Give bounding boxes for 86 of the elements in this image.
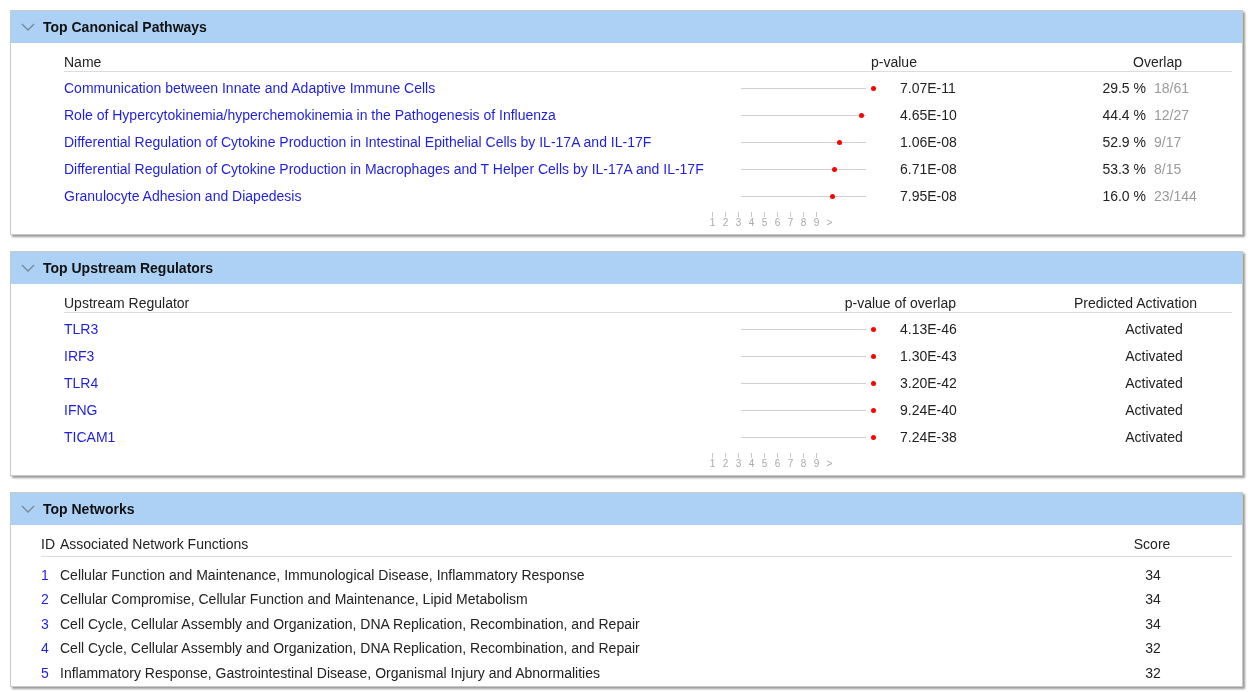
network-id-link[interactable]: 3 <box>41 613 60 635</box>
network-score: 34 <box>1145 565 1161 585</box>
p-value: 4.65E-10 <box>899 106 958 125</box>
column-header: p-value <box>870 53 918 71</box>
scale-label: 6 <box>774 458 781 469</box>
panel-title: Top Canonical Pathways <box>43 17 207 37</box>
overlap-percent: 16.0 % <box>1101 187 1146 206</box>
pathway-link[interactable]: Granulocyte Adhesion and Diapedesis <box>64 186 741 207</box>
activation-status: Activated <box>1125 347 1183 366</box>
p-value: 3.20E-42 <box>899 374 958 393</box>
chevron-down-icon[interactable] <box>21 263 35 273</box>
scale-label: 2 <box>722 217 729 228</box>
activation-status: Activated <box>1125 401 1183 420</box>
overlap-ratio: 18/61 <box>1153 79 1190 98</box>
scale-label: 4 <box>748 217 755 228</box>
chevron-down-icon[interactable] <box>21 22 35 32</box>
p-value: 1.30E-43 <box>899 347 958 366</box>
network-id-link[interactable]: 1 <box>41 564 60 586</box>
overlap-percent: 44.4 % <box>1101 106 1146 125</box>
network-functions: Inflammatory Response, Gastrointestinal Disease, Organismal Injury and Abnormalities <box>60 663 602 683</box>
activation-status: Activated <box>1125 320 1183 339</box>
p-value: 7.07E-11 <box>899 79 957 98</box>
scale-label: 5 <box>761 458 768 469</box>
p-value: 9.24E-40 <box>899 401 958 420</box>
pathway-link[interactable]: Differential Regulation of Cytokine Production in Intestinal Epithelial Cells by IL-17A and IL-17F <box>64 132 741 153</box>
overlap-ratio: 8/15 <box>1153 160 1182 179</box>
network-id-link[interactable]: 4 <box>41 638 60 660</box>
overlap-ratio: 12/27 <box>1153 106 1190 125</box>
scale-label: 3 <box>735 217 742 228</box>
p-value: 7.24E-38 <box>899 428 958 447</box>
overlap-ratio: 9/17 <box>1153 133 1182 152</box>
network-functions: Cellular Function and Maintenance, Immunological Disease, Inflammatory Response <box>60 565 586 585</box>
panel-header[interactable]: Top Canonical Pathways <box>11 11 1242 43</box>
column-header: Associated Network Functions <box>60 535 250 553</box>
scale-label: 6 <box>774 217 781 228</box>
network-score: 34 <box>1145 614 1161 634</box>
network-id-link[interactable]: 5 <box>41 662 60 684</box>
panel-header[interactable]: Top Networks <box>11 493 1242 525</box>
regulator-link[interactable]: IRF3 <box>64 346 741 367</box>
network-score: 32 <box>1145 639 1161 659</box>
overlap-ratio: 23/144 <box>1153 187 1197 206</box>
scale-label: 3 <box>735 458 742 469</box>
scale-label: 8 <box>800 217 807 228</box>
p-value: 6.71E-08 <box>899 160 958 179</box>
panel-title: Top Networks <box>43 499 135 519</box>
column-header: Predicted Activation <box>1073 294 1197 312</box>
chevron-down-icon[interactable] <box>21 504 35 514</box>
scale-label: 1 <box>709 217 716 228</box>
scale-label: 7 <box>787 458 794 469</box>
column-header: ID <box>41 535 56 553</box>
network-functions: Cell Cycle, Cellular Assembly and Organization, DNA Replication, Recombination, and Repair <box>60 614 641 634</box>
column-header: Name <box>64 53 103 71</box>
pathway-link[interactable]: Communication between Innate and Adaptive Immune Cells <box>64 78 741 99</box>
overlap-percent: 52.9 % <box>1101 133 1146 152</box>
network-functions: Cellular Compromise, Cellular Function and Maintenance, Lipid Metabolism <box>60 590 529 610</box>
activation-status: Activated <box>1125 374 1183 393</box>
panel-title: Top Upstream Regulators <box>43 258 214 278</box>
column-header: p-value of overlap <box>843 294 957 312</box>
scale-label: 4 <box>748 458 755 469</box>
network-score: 32 <box>1145 663 1161 683</box>
column-header: Overlap <box>1132 53 1183 71</box>
scale-label: 1 <box>709 458 716 469</box>
pathway-link[interactable]: Differential Regulation of Cytokine Production in Macrophages and T Helper Cells by IL-17A and IL-17F <box>64 159 741 180</box>
regulator-link[interactable]: TICAM1 <box>64 427 741 448</box>
overlap-percent: 29.5 % <box>1101 79 1146 98</box>
p-value: 7.95E-08 <box>899 187 958 206</box>
activation-status: Activated <box>1125 428 1183 447</box>
scale-label: 7 <box>787 217 794 228</box>
scale-label: 5 <box>761 217 768 228</box>
network-id-link[interactable]: 2 <box>41 589 60 611</box>
p-value: 4.13E-46 <box>899 320 958 339</box>
scale-label: 9 <box>813 458 820 469</box>
regulator-link[interactable]: TLR3 <box>64 319 741 340</box>
scale-label: 8 <box>800 458 807 469</box>
panel-header[interactable]: Top Upstream Regulators <box>11 252 1242 284</box>
overlap-percent: 53.3 % <box>1101 160 1146 179</box>
network-functions: Cell Cycle, Cellular Assembly and Organization, DNA Replication, Recombination, and Repair <box>60 639 641 659</box>
network-score: 34 <box>1145 590 1161 610</box>
column-header: Upstream Regulator <box>64 294 191 312</box>
regulator-link[interactable]: TLR4 <box>64 373 741 394</box>
pathway-link[interactable]: Role of Hypercytokinemia/hyperchemokinemia in the Pathogenesis of Influenza <box>64 105 741 126</box>
column-header: Score <box>1133 535 1171 553</box>
scale-label: 9 <box>813 217 820 228</box>
scale-label: 2 <box>722 458 729 469</box>
p-value: 1.06E-08 <box>899 133 958 152</box>
regulator-link[interactable]: IFNG <box>64 400 741 421</box>
